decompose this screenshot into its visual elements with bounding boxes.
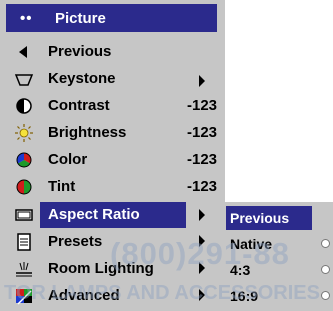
aspect-ratio-submenu: Previous Native 4:3 16:9 — [222, 202, 333, 311]
menu-title: Picture — [55, 10, 106, 27]
menu-item-value: -123 — [187, 97, 218, 114]
menu-item-label: Color — [48, 151, 88, 168]
menu-item-label: Aspect Ratio — [48, 206, 140, 223]
submenu-item-label: Previous — [230, 210, 290, 226]
menu-item-label: Presets — [48, 233, 103, 250]
menu-item-previous[interactable]: Previous — [6, 39, 225, 65]
menu-item-label: Brightness — [48, 124, 127, 141]
menu-title-dots: •• — [20, 10, 33, 27]
radio-icon[interactable] — [321, 291, 330, 300]
submenu-item-label: 4:3 — [230, 262, 251, 278]
menu-item-label: Keystone — [48, 70, 116, 87]
submenu-arrow-icon — [199, 75, 205, 87]
presets-icon — [14, 232, 34, 252]
menu-item-contrast[interactable]: Contrast -123 — [6, 93, 225, 119]
menu-item-label: Tint — [48, 178, 76, 195]
triangle-left-icon — [14, 42, 34, 62]
advanced-icon — [14, 286, 34, 306]
tint-icon — [14, 177, 34, 197]
radio-icon[interactable] — [321, 239, 330, 248]
menu-item-value: -123 — [187, 124, 218, 141]
submenu-item-native[interactable]: Native — [226, 232, 333, 256]
menu-item-value: -123 — [187, 151, 218, 168]
menu-item-tint[interactable]: Tint -123 — [6, 174, 225, 200]
brightness-icon — [14, 123, 34, 143]
keystone-icon — [14, 69, 34, 89]
menu-item-advanced[interactable]: Advanced — [6, 283, 225, 309]
color-wheel-icon — [14, 150, 34, 170]
submenu-item-16-9[interactable]: 16:9 — [226, 284, 333, 308]
menu-item-keystone[interactable]: Keystone — [6, 66, 225, 92]
aspect-ratio-icon — [14, 205, 34, 225]
contrast-icon — [14, 96, 34, 116]
submenu-arrow-icon — [199, 209, 205, 221]
menu-item-label: Room Lighting — [48, 260, 154, 277]
menu-item-aspect-ratio[interactable]: Aspect Ratio — [6, 202, 225, 228]
submenu-arrow-icon — [199, 289, 205, 301]
submenu-item-previous[interactable]: Previous — [226, 206, 312, 230]
picture-menu: •• Picture Previous Keystone Contrast -1… — [0, 0, 225, 311]
menu-title-bar: •• Picture — [6, 4, 217, 32]
submenu-item-4-3[interactable]: 4:3 — [226, 258, 333, 282]
menu-item-color[interactable]: Color -123 — [6, 147, 225, 173]
submenu-item-label: Native — [230, 236, 273, 252]
menu-item-label: Advanced — [48, 287, 120, 304]
menu-item-room-lighting[interactable]: Room Lighting — [6, 256, 225, 282]
menu-item-brightness[interactable]: Brightness -123 — [6, 120, 225, 146]
radio-icon[interactable] — [321, 265, 330, 274]
room-lighting-icon — [14, 259, 34, 279]
submenu-item-label: 16:9 — [230, 288, 259, 304]
menu-item-label: Contrast — [48, 97, 110, 114]
submenu-arrow-icon — [199, 235, 205, 247]
menu-item-label: Previous — [48, 43, 112, 60]
menu-item-value: -123 — [187, 178, 218, 195]
menu-item-presets[interactable]: Presets — [6, 229, 225, 255]
submenu-arrow-icon — [199, 262, 205, 274]
